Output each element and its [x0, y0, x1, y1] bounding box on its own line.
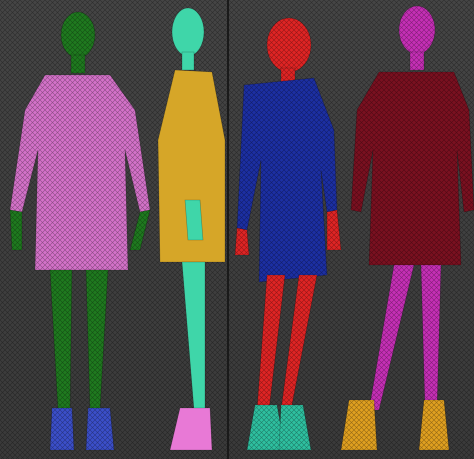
figure-3-left-hand [234, 227, 250, 256]
figure-4-dress [350, 71, 474, 266]
viewport-right[interactable] [229, 0, 474, 459]
viewport-grid [0, 0, 474, 459]
figure-4-right-leg [420, 264, 442, 411]
figure-2-shoe [169, 407, 213, 451]
figure-3-front-leg [280, 274, 318, 411]
figure-side[interactable] [157, 7, 226, 451]
figure-2-leg [181, 261, 206, 411]
viewport-right-canvas [229, 0, 474, 459]
viewport-left-canvas-2 [157, 7, 226, 451]
figure-2-head [171, 7, 205, 57]
figure-3-dress [236, 77, 338, 283]
figure-4-left-leg [368, 264, 415, 411]
figure-2-neck [181, 51, 195, 71]
figure-3-head [266, 17, 312, 73]
figure-2-hand [184, 199, 204, 241]
figure-3-right-hand [326, 209, 342, 251]
figure-3-back-leg [256, 274, 286, 411]
figure-4-head [398, 5, 436, 55]
figure-3-right-shoe [278, 404, 312, 451]
figure-4-right-shoe [418, 399, 450, 451]
figure-three-quarter[interactable] [234, 17, 342, 451]
figure-4-neck [409, 51, 425, 71]
viewport-left[interactable] [0, 0, 227, 459]
figure-back[interactable] [340, 5, 474, 451]
figure-4-left-shoe [340, 399, 378, 451]
